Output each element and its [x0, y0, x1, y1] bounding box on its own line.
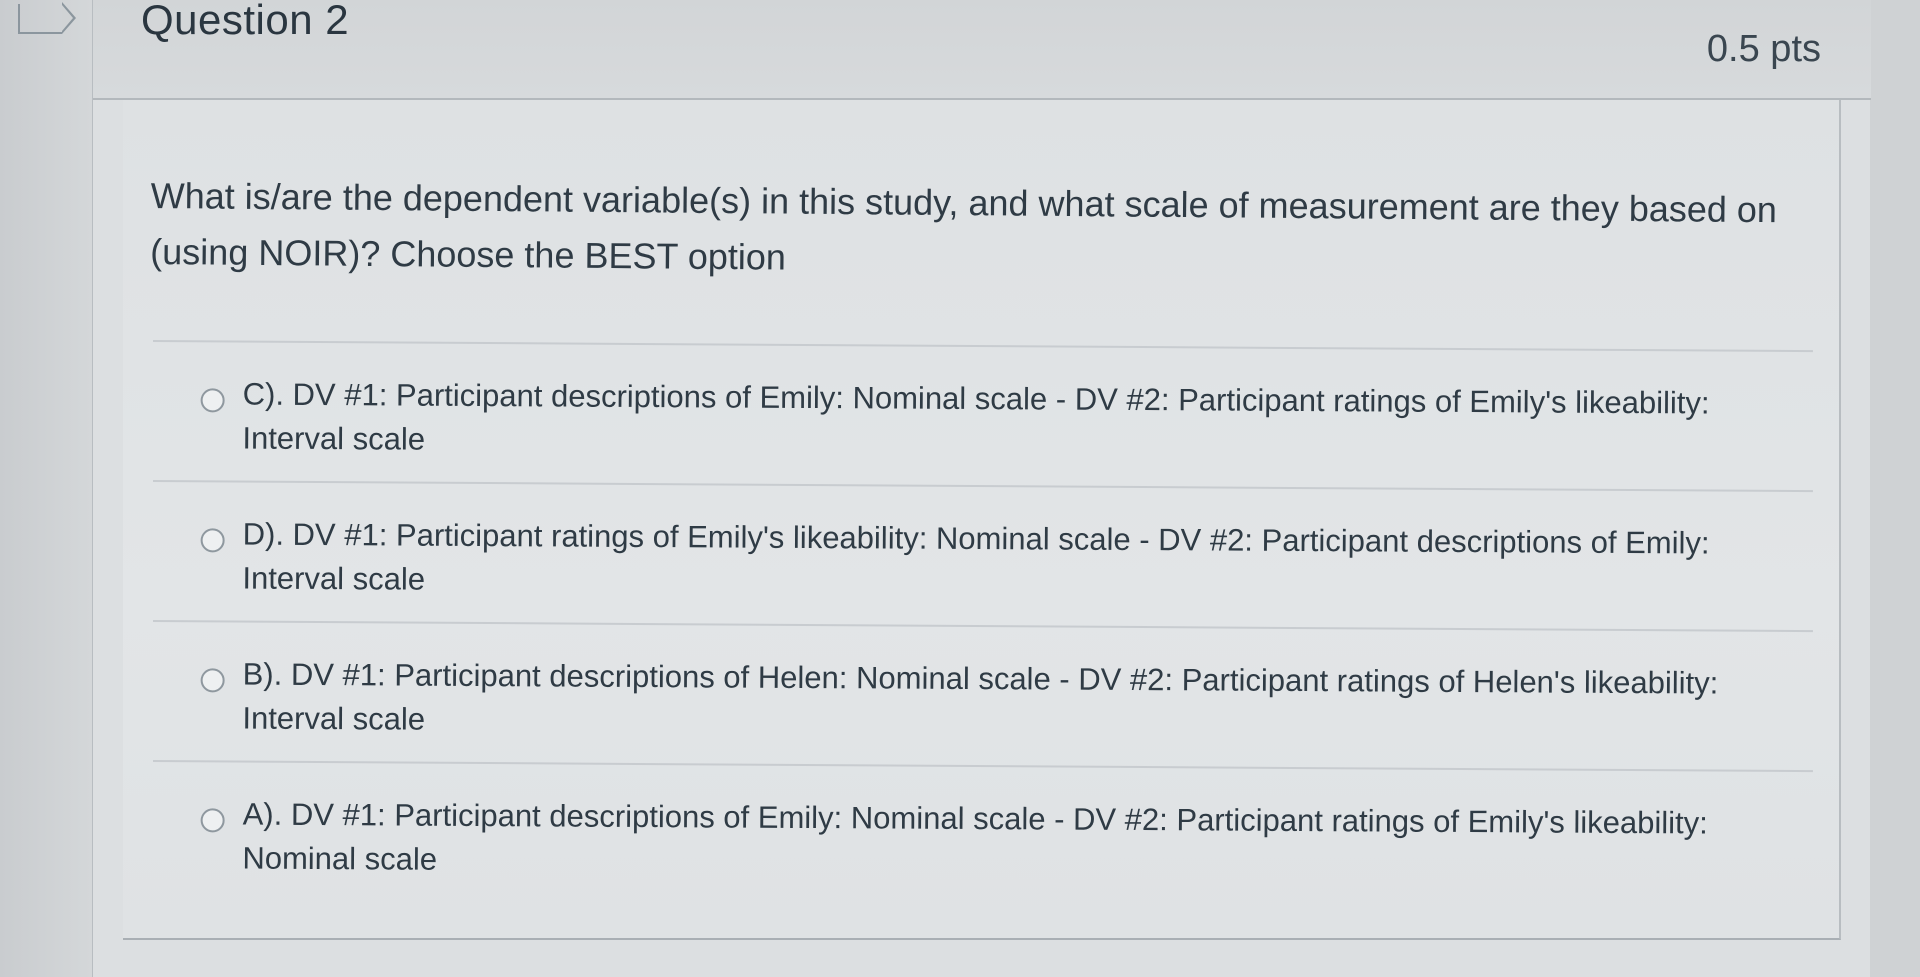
question-points: 0.5 pts	[1706, 28, 1821, 70]
radio-button-c[interactable]	[200, 388, 225, 413]
answer-option-b[interactable]: B). DV #1: Participant descriptions of H…	[152, 620, 1813, 771]
answers-list: C). DV #1: Participant descriptions of E…	[152, 340, 1813, 911]
question-text: What is/are the dependent variable(s) in…	[150, 174, 1778, 278]
question-title: Question 2	[141, 0, 350, 43]
answer-label-d[interactable]: D). DV #1: Participant ratings of Emily'…	[242, 513, 1783, 610]
answer-option-d[interactable]: D). DV #1: Participant ratings of Emily'…	[152, 480, 1813, 631]
radio-button-d[interactable]	[200, 528, 225, 553]
question-body: What is/are the dependent variable(s) in…	[123, 100, 1841, 940]
question-header: Question 2 0.5 pts	[93, 0, 1871, 100]
answer-option-c[interactable]: C). DV #1: Participant descriptions of E…	[152, 340, 1813, 491]
radio-button-b[interactable]	[200, 668, 225, 693]
answer-label-b[interactable]: B). DV #1: Participant descriptions of H…	[242, 653, 1783, 750]
bookmark-icon[interactable]	[18, 2, 76, 34]
left-margin	[0, 0, 92, 977]
radio-button-a[interactable]	[200, 808, 225, 833]
answer-label-a[interactable]: A). DV #1: Participant descriptions of E…	[242, 793, 1783, 890]
question-card: Question 2 0.5 pts What is/are the depen…	[92, 0, 1871, 977]
answer-option-a[interactable]: A). DV #1: Participant descriptions of E…	[152, 760, 1813, 911]
answer-label-c[interactable]: C). DV #1: Participant descriptions of E…	[242, 373, 1783, 470]
